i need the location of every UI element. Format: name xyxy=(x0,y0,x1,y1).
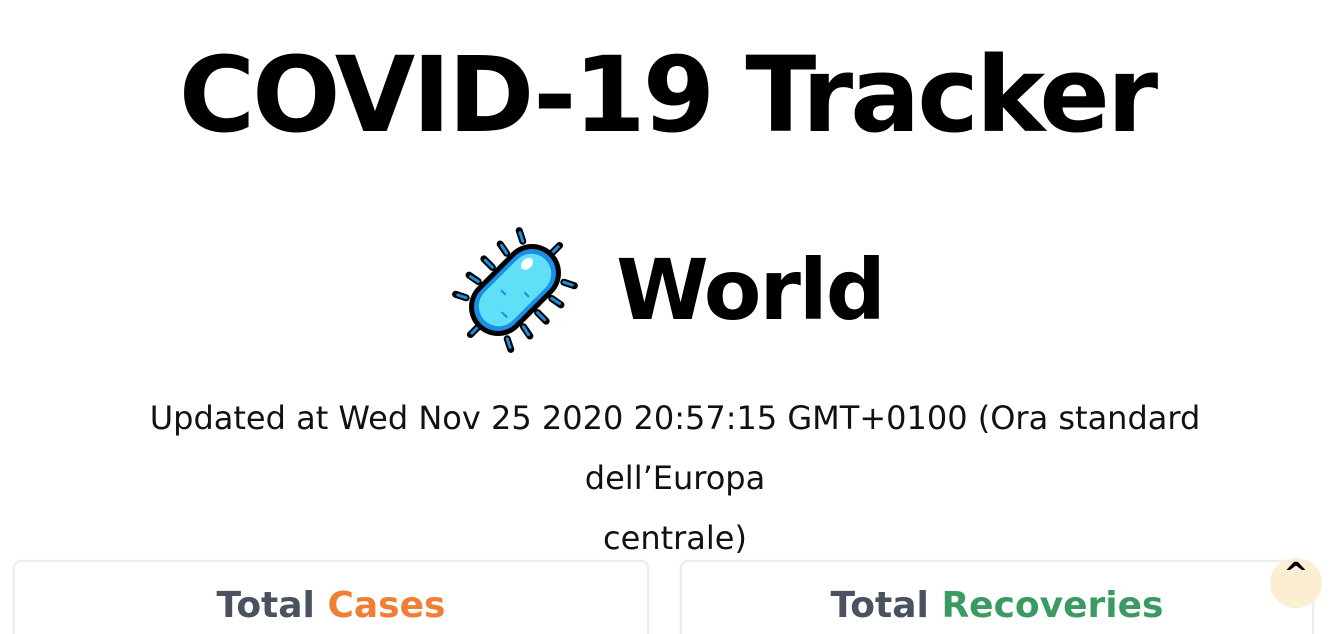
total-recoveries-card: Total Recoveries xyxy=(680,560,1314,634)
region-heading: World xyxy=(0,220,1334,360)
page-title: COVID-19 Tracker xyxy=(178,34,1158,156)
total-recoveries-title: Total Recoveries xyxy=(682,582,1312,630)
last-updated-text: Updated at Wed Nov 25 2020 20:57:15 GMT+… xyxy=(60,388,1290,568)
scroll-to-top-button[interactable]: ^ xyxy=(1270,558,1322,608)
last-updated-line-2: centrale) xyxy=(603,519,747,557)
page: COVID-19 Tracker World Updated at Wed No… xyxy=(0,0,1334,634)
total-cases-card: Total Cases xyxy=(13,560,649,634)
microbe-icon xyxy=(450,225,580,355)
caret-up-icon: ^ xyxy=(1283,557,1309,592)
total-recoveries-accent: Recoveries xyxy=(941,585,1164,626)
total-cases-title: Total Cases xyxy=(15,582,647,630)
total-cases-accent: Cases xyxy=(327,585,446,626)
total-cases-prefix: Total xyxy=(216,585,315,626)
last-updated-line-1: Updated at Wed Nov 25 2020 20:57:15 GMT+… xyxy=(149,399,1201,497)
region-name: World xyxy=(616,241,886,339)
total-recoveries-prefix: Total xyxy=(830,585,929,626)
